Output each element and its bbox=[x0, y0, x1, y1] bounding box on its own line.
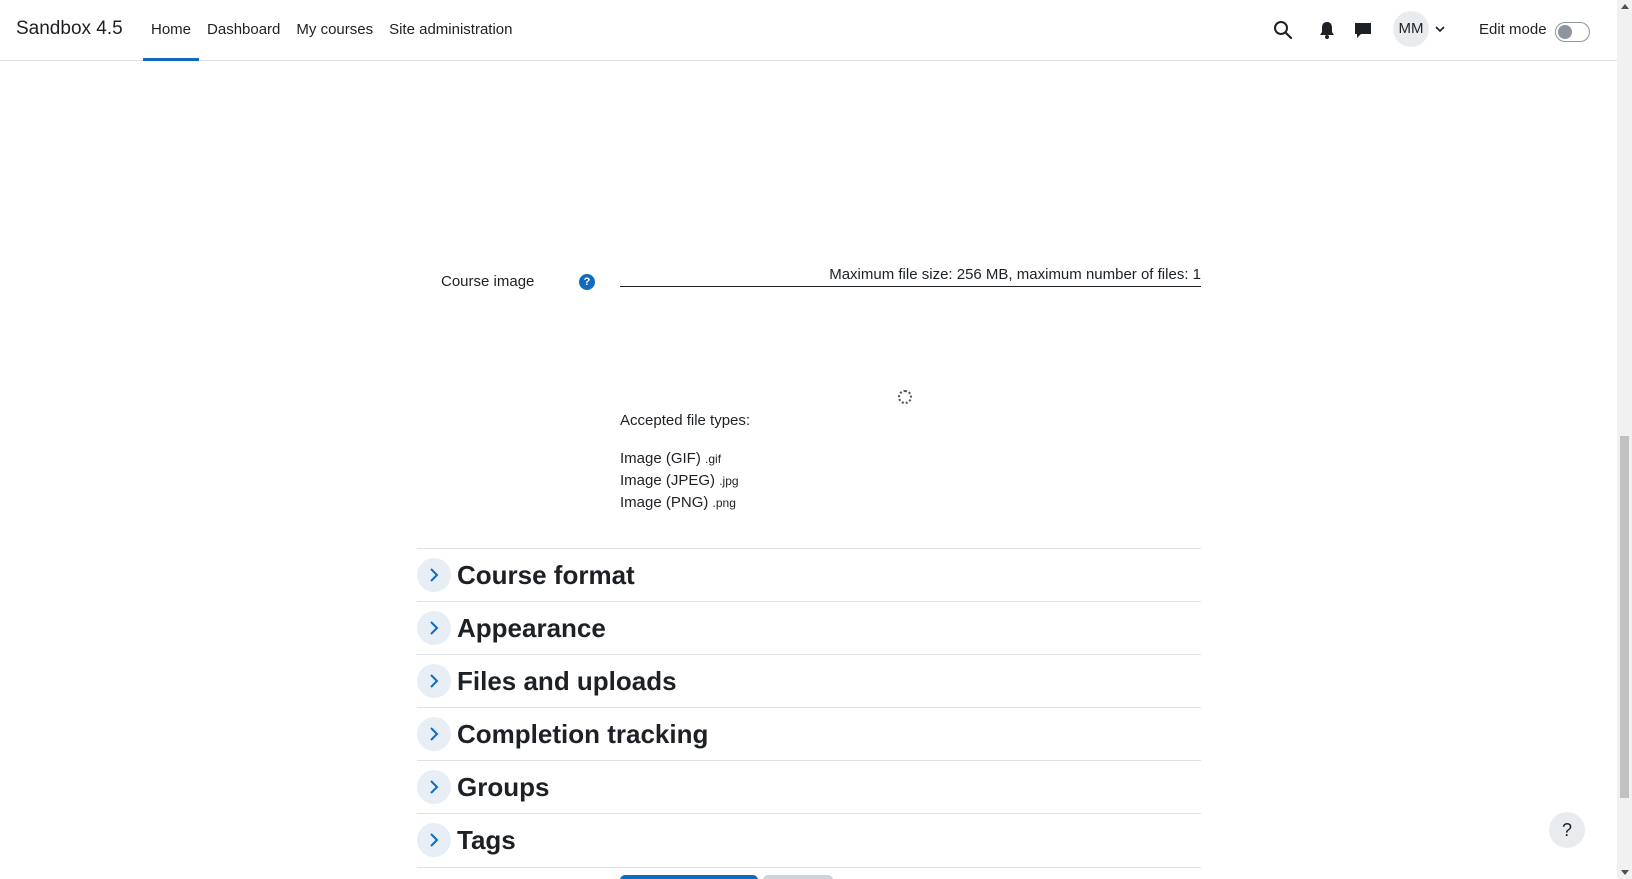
chevron-right-icon[interactable] bbox=[417, 717, 451, 751]
section-files-and-uploads[interactable]: Files and uploads bbox=[417, 654, 1201, 707]
divider bbox=[417, 867, 1201, 868]
section-title[interactable]: Appearance bbox=[457, 613, 606, 644]
section-completion-tracking[interactable]: Completion tracking bbox=[417, 707, 1201, 760]
section-course-format[interactable]: Course format bbox=[417, 548, 1201, 601]
top-navbar: Sandbox 4.5 Home Dashboard My courses Si… bbox=[0, 0, 1617, 61]
file-type-name: Image (JPEG) bbox=[620, 472, 716, 489]
section-title[interactable]: Completion tracking bbox=[457, 719, 708, 750]
file-type-item: Image (JPEG) .jpg bbox=[620, 472, 739, 489]
chevron-down-icon[interactable] bbox=[1433, 22, 1447, 36]
primary-navigation: Home Dashboard My courses Site administr… bbox=[143, 0, 521, 61]
file-type-name: Image (GIF) bbox=[620, 450, 701, 467]
chat-icon[interactable] bbox=[1353, 20, 1373, 40]
page-scrollbar[interactable] bbox=[1617, 0, 1632, 879]
nav-home[interactable]: Home bbox=[143, 0, 200, 61]
file-type-ext: .png bbox=[712, 496, 736, 510]
file-type-ext: .jpg bbox=[719, 474, 739, 488]
section-groups[interactable]: Groups bbox=[417, 760, 1201, 813]
section-title[interactable]: Tags bbox=[457, 825, 516, 856]
section-tags[interactable]: Tags bbox=[417, 813, 1201, 866]
section-title[interactable]: Course format bbox=[457, 560, 635, 591]
file-type-ext: .gif bbox=[705, 452, 722, 466]
chevron-right-icon[interactable] bbox=[417, 558, 451, 592]
save-button-edge[interactable] bbox=[620, 875, 758, 879]
edit-mode-label: Edit mode bbox=[1479, 21, 1547, 38]
section-title[interactable]: Files and uploads bbox=[457, 666, 677, 697]
file-type-item: Image (GIF) .gif bbox=[620, 450, 721, 467]
chevron-right-icon[interactable] bbox=[417, 770, 451, 804]
nav-site-administration[interactable]: Site administration bbox=[381, 0, 520, 61]
nav-my-courses[interactable]: My courses bbox=[288, 0, 381, 61]
user-avatar[interactable]: MM bbox=[1393, 11, 1429, 47]
spinner-icon bbox=[898, 390, 912, 404]
accepted-file-types-label: Accepted file types: bbox=[620, 412, 751, 429]
cancel-button-edge[interactable] bbox=[763, 875, 833, 879]
search-icon[interactable] bbox=[1273, 20, 1293, 40]
section-appearance[interactable]: Appearance bbox=[417, 601, 1201, 654]
help-icon[interactable]: ? bbox=[579, 274, 595, 290]
file-limits: Maximum file size: 256 MB, maximum numbe… bbox=[620, 266, 1201, 287]
scroll-down-arrow-icon[interactable] bbox=[1621, 870, 1629, 875]
scrollbar-thumb[interactable] bbox=[1620, 436, 1629, 798]
scroll-up-arrow-icon[interactable] bbox=[1621, 4, 1629, 9]
edit-mode-toggle[interactable] bbox=[1555, 22, 1590, 42]
file-type-item: Image (PNG) .png bbox=[620, 494, 736, 511]
bell-icon[interactable] bbox=[1317, 20, 1337, 40]
chevron-right-icon[interactable] bbox=[417, 823, 451, 857]
course-image-label: Course image bbox=[441, 273, 535, 290]
chevron-right-icon[interactable] bbox=[417, 611, 451, 645]
chevron-right-icon[interactable] bbox=[417, 664, 451, 698]
nav-dashboard[interactable]: Dashboard bbox=[199, 0, 288, 61]
site-brand[interactable]: Sandbox 4.5 bbox=[16, 18, 123, 40]
file-type-name: Image (PNG) bbox=[620, 494, 709, 511]
floating-help-button[interactable]: ? bbox=[1549, 812, 1585, 848]
section-title[interactable]: Groups bbox=[457, 772, 549, 803]
